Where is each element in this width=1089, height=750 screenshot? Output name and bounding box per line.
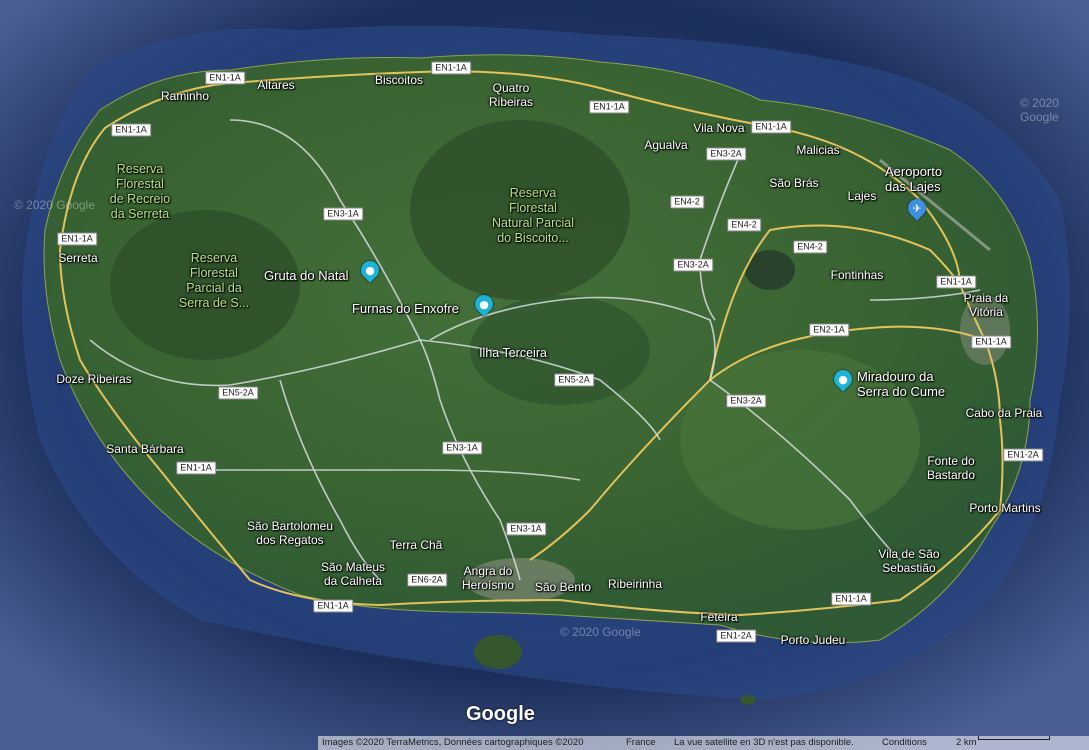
- place-feteira: Feteira: [700, 610, 738, 624]
- place-fontinhas: Fontinhas: [830, 268, 884, 282]
- plane-icon: ✈: [912, 201, 922, 215]
- road-shield-en3-1a: EN3-1A: [506, 522, 546, 536]
- road-shield-en1-1a: EN1-1A: [831, 592, 871, 606]
- watermark: © 2020 Google: [560, 625, 641, 639]
- google-logo[interactable]: Google: [466, 703, 535, 726]
- poi-gruta-do-natal-label[interactable]: Gruta do Natal: [264, 268, 349, 283]
- monte-brasil: [474, 635, 522, 669]
- reserve-serreta: Reserva Florestal de Recreio da Serreta: [109, 162, 171, 221]
- road-shield-en1-1a: EN1-1A: [205, 71, 245, 85]
- place-vila-nova: Vila Nova: [693, 121, 745, 135]
- road-shield-en1-1a: EN1-1A: [589, 100, 629, 114]
- road-shield-en3-2a: EN3-2A: [706, 147, 746, 161]
- place-doze-ribeiras: Doze Ribeiras: [56, 372, 132, 386]
- place-biscoitos: Biscoitos: [374, 73, 424, 87]
- road-shield-en4-2: EN4-2: [793, 240, 827, 254]
- camera-glyph-icon: ●: [479, 297, 489, 311]
- sat3d-notice: La vue satellite en 3D n'est pas disponi…: [674, 737, 854, 748]
- airport-icon[interactable]: ✈: [904, 195, 930, 221]
- place-sao-bento: São Bento: [534, 580, 592, 594]
- ilheu: [740, 695, 756, 705]
- scale-label[interactable]: 2 km: [956, 736, 977, 750]
- road-shield-en1-2a: EN1-2A: [716, 629, 756, 643]
- poi-aeroporto-das-lajes-label[interactable]: Aeroporto das Lajes: [885, 164, 942, 194]
- road-shield-en2-1a: EN2-1A: [809, 323, 849, 337]
- road-shield-en3-2a: EN3-2A: [673, 258, 713, 272]
- camera-icon[interactable]: ●: [830, 366, 856, 392]
- road-shield-en3-2a: EN3-2A: [726, 394, 766, 408]
- place-sao-bras: São Brás: [769, 176, 819, 190]
- place-raminho: Raminho: [160, 89, 210, 103]
- place-vila-de-sao-sebastiao: Vila de São Sebastião: [878, 547, 940, 575]
- road-shield-en5-2a: EN5-2A: [554, 373, 594, 387]
- road-shield-en1-1a: EN1-1A: [936, 275, 976, 289]
- place-sao-bartolomeu: São Bartolomeu dos Regatos: [246, 519, 334, 547]
- poi-miradouro-label[interactable]: Miradouro da Serra do Cume: [857, 369, 945, 399]
- road-shield-en1-2a: EN1-2A: [1003, 448, 1043, 462]
- place-porto-judeu: Porto Judeu: [780, 633, 846, 647]
- place-lajes: Lajes: [847, 189, 877, 203]
- road-shield-en1-1a: EN1-1A: [971, 335, 1011, 349]
- place-quatro-ribeiras: Quatro Ribeiras: [488, 81, 534, 109]
- place-malicias: Malicias: [796, 143, 840, 157]
- road-shield-en3-1a: EN3-1A: [323, 207, 363, 221]
- road-shield-en1-1a: EN1-1A: [57, 232, 97, 246]
- road-shield-en4-2: EN4-2: [727, 218, 761, 232]
- camera-glyph-icon: ●: [365, 263, 375, 277]
- watermark: © 2020 Google: [14, 198, 95, 212]
- place-altares: Altares: [257, 78, 295, 92]
- place-angra-do-heroismo: Angra do Heroísmo: [461, 564, 515, 592]
- imagery-credit: Images ©2020 TerraMetrics, Données carto…: [322, 737, 584, 748]
- reserve-serra-de-santa-barbara: Reserva Florestal Parcial da Serra de S.…: [178, 251, 250, 310]
- road-shield-en1-1a: EN1-1A: [431, 61, 471, 75]
- place-porto-martins: Porto Martins: [969, 501, 1041, 515]
- camera-icon[interactable]: ●: [471, 291, 497, 317]
- place-agualva: Agualva: [644, 138, 688, 152]
- place-ilha-terceira: Ilha Terceira: [479, 346, 547, 360]
- scale-bar: [978, 736, 1050, 740]
- road-shield-en3-1a: EN3-1A: [442, 441, 482, 455]
- road-shield-en5-2a: EN5-2A: [218, 386, 258, 400]
- place-fonte-do-bastardo: Fonte do Bastardo: [926, 454, 976, 482]
- road-shield-en4-2: EN4-2: [670, 195, 704, 209]
- watermark: © 2020 Google: [1020, 96, 1059, 124]
- road-shield-en1-1a: EN1-1A: [176, 461, 216, 475]
- place-serreta: Serreta: [58, 251, 98, 265]
- place-terra-cha: Terra Chã: [389, 538, 443, 552]
- place-ribeirinha: Ribeirinha: [607, 577, 663, 591]
- road-shield-en1-1a: EN1-1A: [111, 123, 151, 137]
- reserve-biscoito: Reserva Florestal Natural Parcial do Bis…: [492, 186, 574, 245]
- place-santa-barbara: Santa Bárbara: [106, 442, 184, 456]
- country-link[interactable]: France: [626, 736, 656, 750]
- road-shield-en1-1a: EN1-1A: [313, 599, 353, 613]
- place-cabo-da-praia: Cabo da Praia: [965, 406, 1043, 420]
- camera-icon[interactable]: ●: [357, 257, 383, 283]
- road-shield-en6-2a: EN6-2A: [407, 573, 447, 587]
- camera-glyph-icon: ●: [838, 372, 848, 386]
- map-footer: Images ©2020 TerraMetrics, Données carto…: [318, 736, 1089, 750]
- conditions-link[interactable]: Conditions: [882, 736, 927, 750]
- place-sao-mateus: São Mateus da Calheta: [320, 560, 386, 588]
- poi-furnas-do-enxofre-label[interactable]: Furnas do Enxofre: [352, 301, 459, 316]
- place-praia-da-vitoria: Praia da Vitória: [963, 291, 1009, 319]
- road-shield-en1-1a: EN1-1A: [751, 120, 791, 134]
